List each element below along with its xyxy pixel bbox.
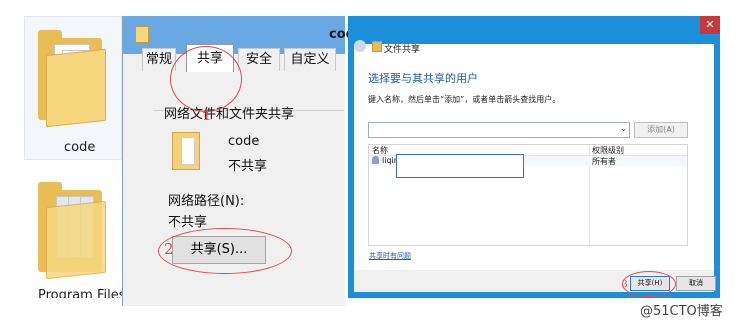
column-permission-header: 权限级别 — [592, 146, 624, 155]
column-name-header: 名称 — [372, 146, 388, 155]
add-button[interactable]: 添加(A) — [634, 122, 688, 138]
folder-label-code: code — [64, 140, 96, 155]
annotation-number-1: 1 — [202, 106, 212, 124]
folder-name: code — [228, 134, 260, 149]
share-instruction: 键入名称，然后单击“添加”，或者单击箭头查找用户。 — [368, 95, 561, 104]
cancel-button[interactable]: 取消 — [676, 276, 716, 291]
network-path-value: 不共享 — [168, 215, 208, 230]
tab-security[interactable]: 安全 — [238, 48, 280, 71]
annotation-circle-2 — [158, 228, 292, 274]
help-link[interactable]: 共享时有问题 — [369, 251, 411, 261]
annotation-number-2: 2 — [164, 240, 174, 258]
folder-icon — [372, 41, 382, 52]
folder-icon — [172, 132, 200, 170]
folder-icon — [38, 182, 106, 280]
group-title: 网络文件和文件夹共享 — [164, 107, 295, 122]
tab-customize[interactable]: 自定义 — [284, 48, 336, 71]
folder-icon — [38, 30, 106, 128]
back-icon[interactable] — [354, 40, 366, 52]
folder-label-program-files: Program Files — [38, 288, 126, 298]
annotation-circle-3 — [622, 271, 676, 297]
annotation-number-3: 3 — [622, 280, 628, 290]
user-icon — [372, 156, 379, 164]
close-button[interactable]: ✕ — [700, 16, 720, 34]
user-permission: 所有者 — [592, 157, 616, 166]
watermark: @51CTO博客 — [640, 304, 723, 319]
chevron-down-icon[interactable]: ⌄ — [620, 124, 627, 133]
redaction-box — [396, 154, 524, 178]
share-heading: 选择要与其共享的用户 — [368, 72, 478, 85]
share-dialog-title: 文件共享 — [384, 45, 421, 55]
user-name-input[interactable]: ⌄ — [368, 122, 630, 138]
share-status: 不共享 — [228, 159, 268, 174]
network-path-label: 网络路径(N): — [168, 194, 245, 209]
annotation-circle-1 — [170, 46, 242, 112]
folder-icon — [135, 26, 149, 43]
